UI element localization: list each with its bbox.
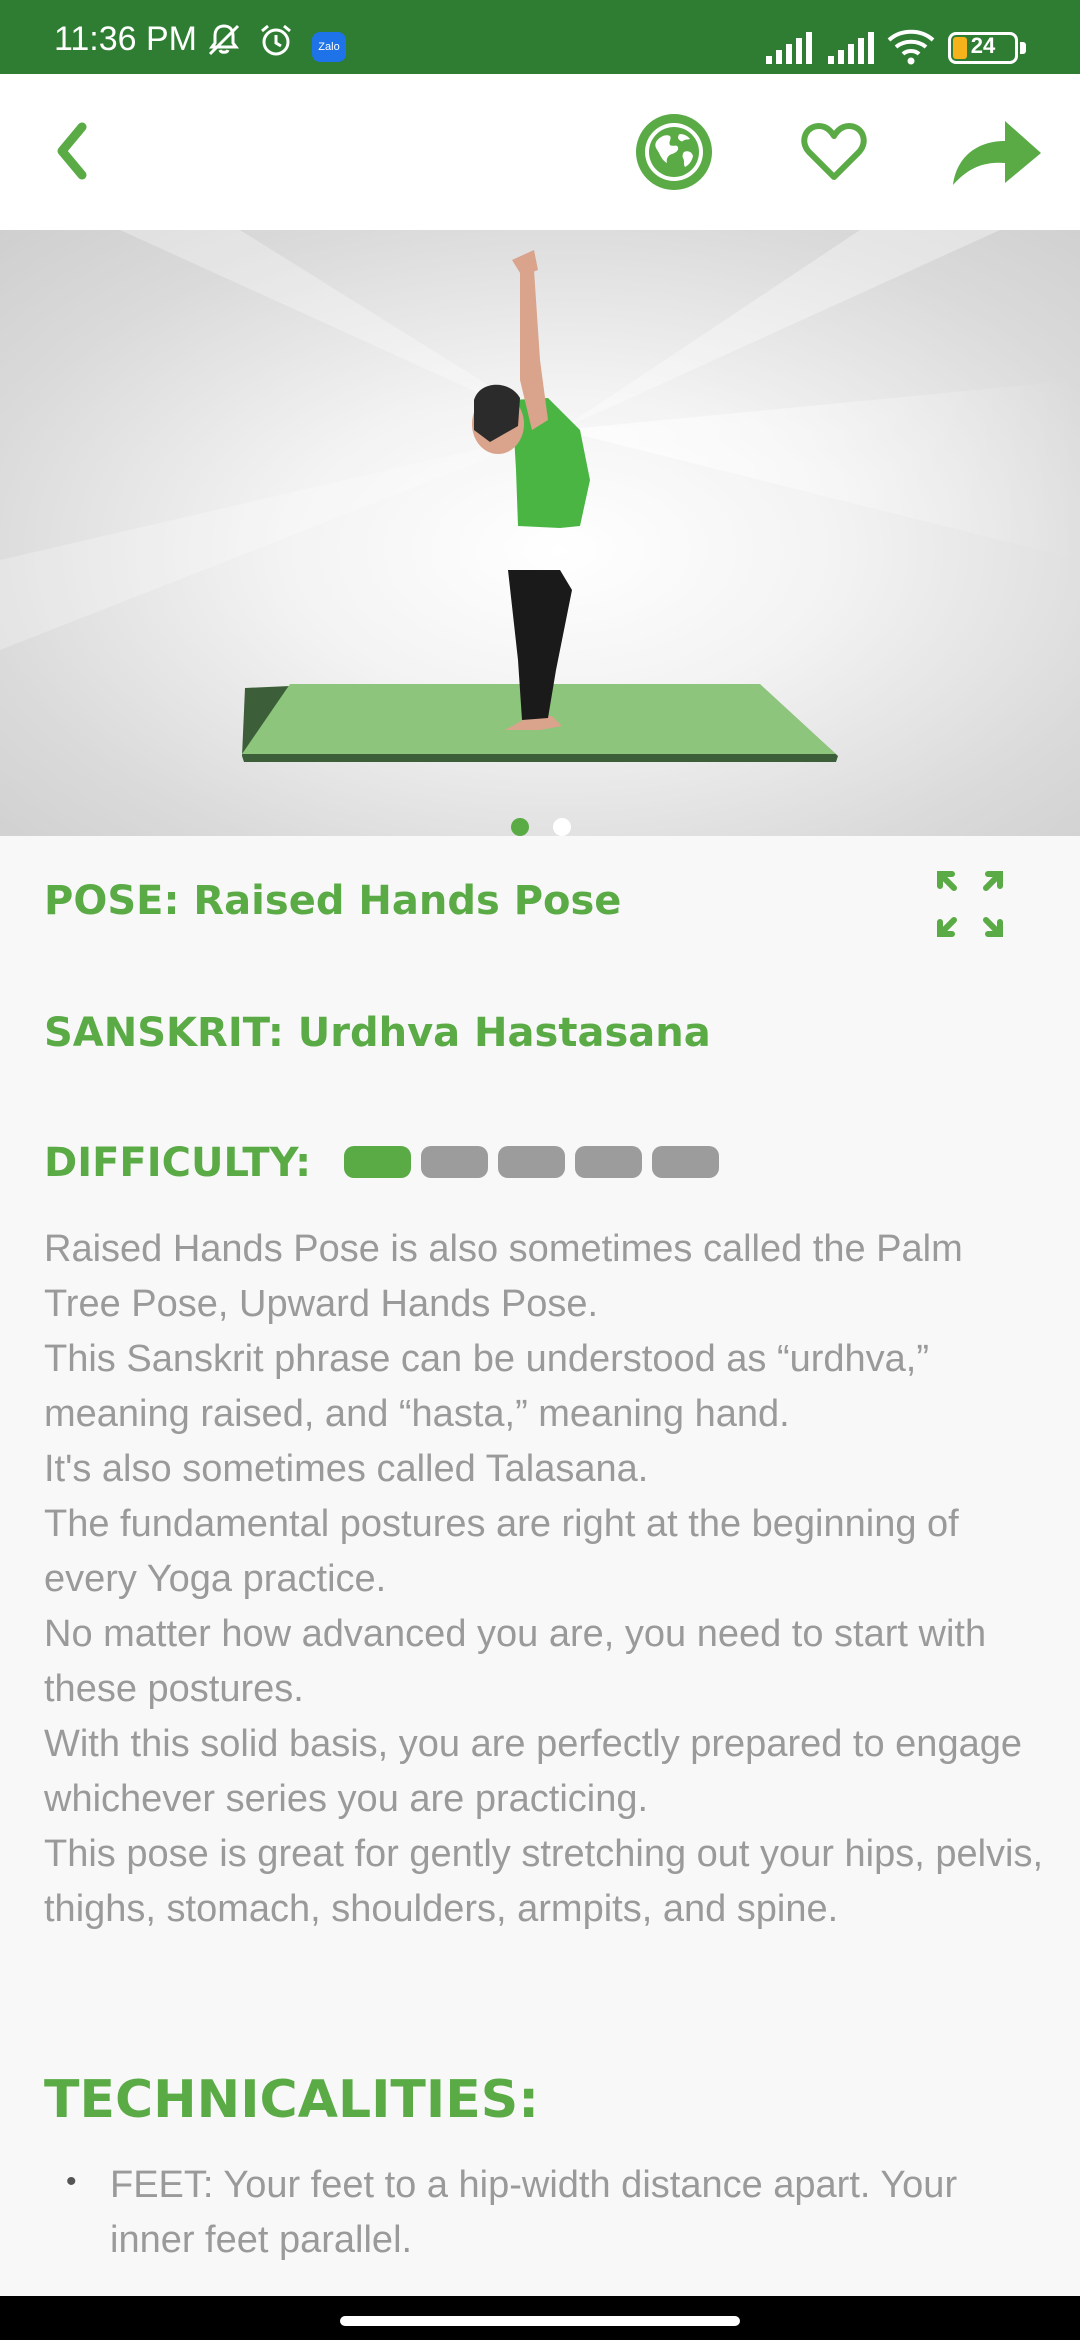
technicalities-heading: TECHNICALITIES: <box>44 2070 540 2130</box>
top-toolbar <box>0 74 1080 230</box>
battery-icon: 24 <box>948 32 1018 64</box>
technicalities-list: FEET: Your feet to a hip-width distance … <box>44 2154 1044 2268</box>
description-paragraph: It's also sometimes called Talasana. <box>44 1448 649 1490</box>
pose-illustration <box>0 230 1080 762</box>
pose-title: POSE: Raised Hands Pose <box>44 878 622 924</box>
description-paragraph: With this solid basis, you are perfectly… <box>44 1723 1022 1820</box>
status-time: 11:36 PM <box>54 20 198 58</box>
difficulty-segment-empty <box>575 1146 642 1178</box>
favorite-button[interactable] <box>786 112 882 192</box>
globe-icon <box>636 114 712 190</box>
description-paragraph: No matter how advanced you are, you need… <box>44 1613 987 1710</box>
difficulty-meter <box>344 1146 719 1178</box>
share-arrow-icon <box>953 121 1041 185</box>
carousel-dot[interactable] <box>553 818 571 836</box>
carousel-indicator <box>0 812 1080 840</box>
heart-icon <box>801 123 867 180</box>
carousel-dot-active[interactable] <box>511 818 529 836</box>
chevron-left-icon <box>57 122 87 180</box>
difficulty-segment-empty <box>652 1146 719 1178</box>
pose-description: Raised Hands Pose is also sometimes call… <box>44 1222 1044 1937</box>
difficulty-segment-empty <box>421 1146 488 1178</box>
description-paragraph: Raised Hands Pose is also sometimes call… <box>44 1228 963 1325</box>
difficulty-segment-filled <box>344 1146 411 1178</box>
pose-image-carousel[interactable] <box>0 230 1080 836</box>
fullscreen-button[interactable] <box>934 868 1006 940</box>
difficulty-label: DIFFICULTY: <box>44 1140 312 1186</box>
description-paragraph: This Sanskrit phrase can be understood a… <box>44 1338 930 1435</box>
zalo-notification-icon: Zalo <box>312 32 346 62</box>
home-gesture-handle[interactable] <box>340 2316 740 2326</box>
system-nav-bar <box>0 2296 1080 2340</box>
difficulty-segment-empty <box>498 1146 565 1178</box>
description-paragraph: This pose is great for gently stretching… <box>44 1833 1044 1930</box>
expand-icon <box>937 871 1003 937</box>
technicalities-item: FEET: Your feet to a hip-width distance … <box>44 2154 1044 2268</box>
signal-icon <box>766 32 812 64</box>
bell-muted-icon <box>208 24 240 56</box>
battery-percent: 24 <box>970 33 996 58</box>
signal-icon-2 <box>828 32 874 64</box>
share-button[interactable] <box>944 110 1050 194</box>
language-button[interactable] <box>626 112 722 192</box>
alarm-icon <box>261 24 291 56</box>
battery-tip <box>1020 42 1026 54</box>
back-button[interactable] <box>34 108 110 194</box>
description-paragraph: The fundamental postures are right at th… <box>44 1503 959 1600</box>
status-bar: 11:36 PM Zalo 24 <box>0 0 1080 74</box>
sanskrit-name: SANSKRIT: Urdhva Hastasana <box>44 1010 711 1056</box>
wifi-icon <box>887 29 935 65</box>
